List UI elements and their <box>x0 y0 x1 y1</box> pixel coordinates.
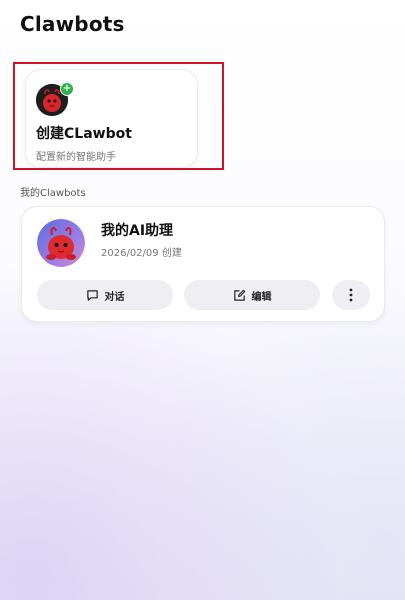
bot-created-date: 2026/02/09 创建 <box>101 248 182 259</box>
edit-button-label: 编辑 <box>251 291 272 303</box>
edit-icon <box>233 289 246 302</box>
highlight-frame <box>13 62 224 170</box>
chat-button[interactable]: 对话 <box>37 280 173 310</box>
more-options-button[interactable] <box>332 280 370 310</box>
edit-button[interactable]: 编辑 <box>184 280 320 310</box>
bot-name: 我的AI助理 <box>101 223 174 239</box>
more-vertical-icon <box>349 288 353 302</box>
section-label-my-clawbots: 我的Clawbots <box>20 188 86 199</box>
chat-bubble-icon <box>86 289 99 302</box>
chat-button-label: 对话 <box>104 291 125 303</box>
bot-card: 我的AI助理 2026/02/09 创建 对话 编辑 <box>21 206 385 322</box>
bot-avatar <box>37 219 85 267</box>
page-title: Clawbots <box>20 12 125 36</box>
